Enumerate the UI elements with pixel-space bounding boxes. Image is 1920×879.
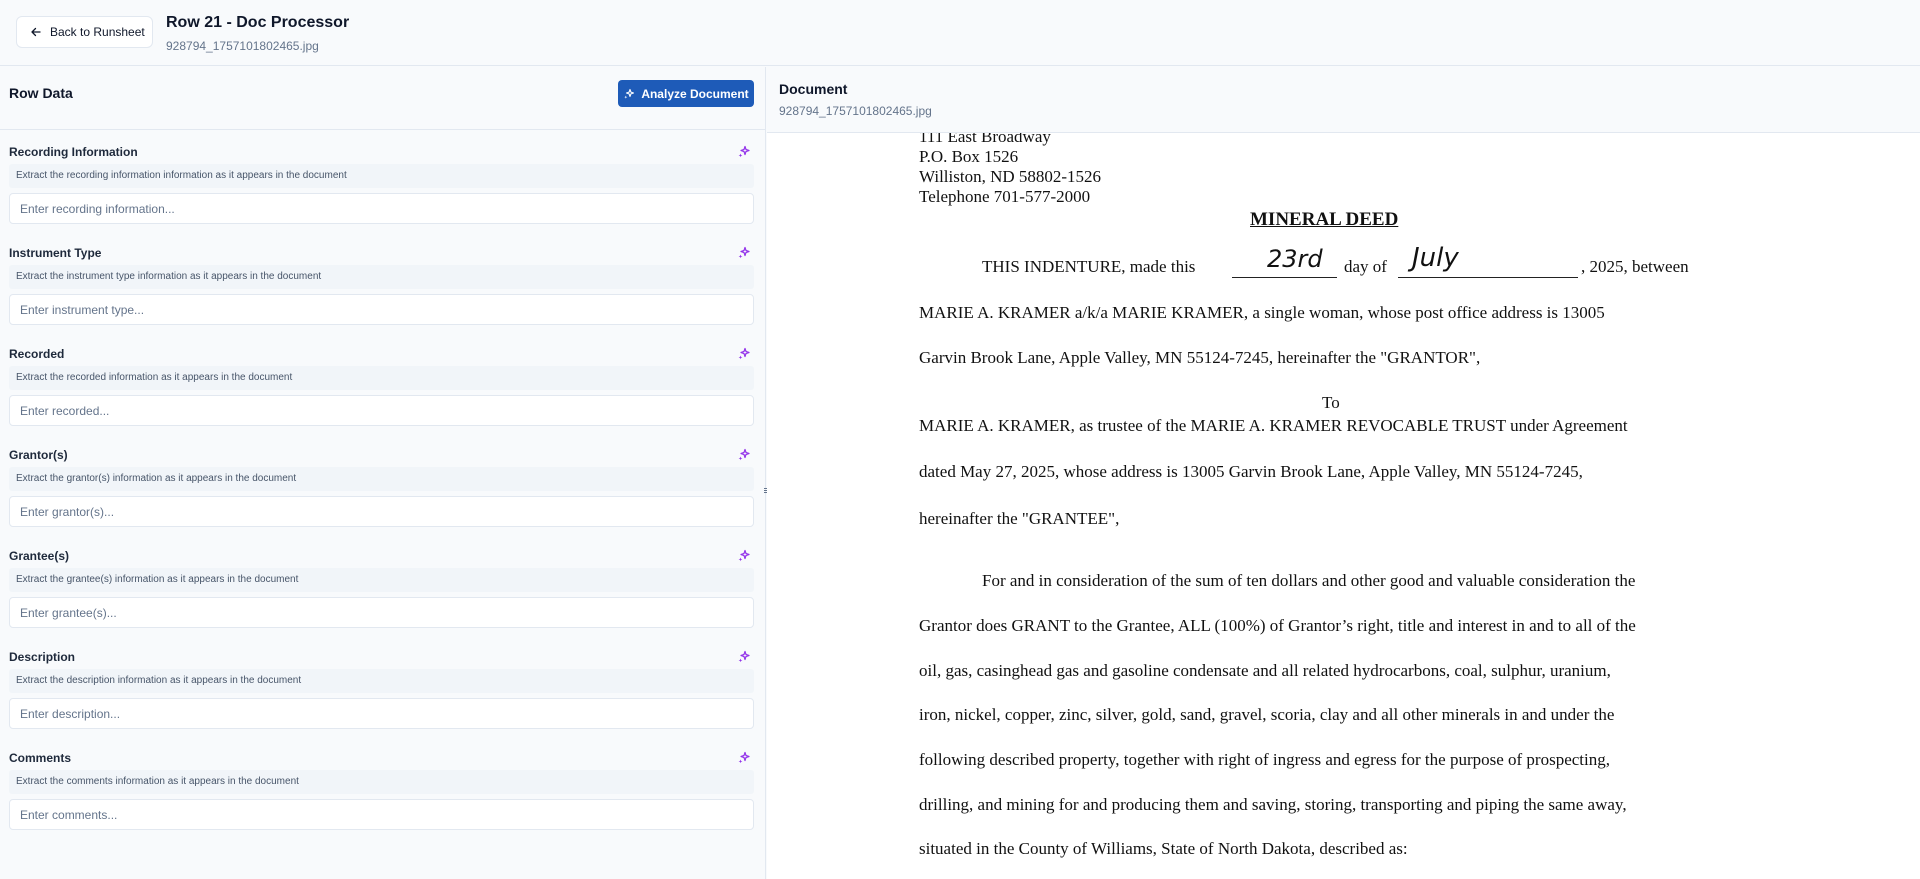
document-header: Document 928794_1757101802465.jpg: [767, 67, 1920, 133]
field-label: Grantee(s): [9, 549, 70, 563]
field-hint: Extract the recorded information as it a…: [9, 366, 754, 390]
field-label: Comments: [9, 751, 72, 765]
address-line: Telephone 701-577-2000: [919, 187, 1091, 206]
field-instrument-type: Instrument Type Extract the instrument t…: [0, 246, 766, 347]
field-label: Recording Information: [9, 145, 138, 159]
address-line: 111 East Broadway: [919, 133, 1051, 146]
document-panel: Document 928794_1757101802465.jpg 111 Ea…: [767, 67, 1920, 879]
handwritten-month: July: [1412, 243, 1459, 273]
comments-input[interactable]: [9, 799, 754, 830]
document-line: situated in the County of Williams, Stat…: [919, 839, 1408, 858]
field-hint: Extract the comments information as it a…: [9, 770, 754, 794]
address-line: P.O. Box 1526: [919, 147, 1019, 166]
address-line: Williston, ND 58802-1526: [919, 167, 1102, 186]
document-line: drilling, and mining for and producing t…: [919, 795, 1627, 814]
analyze-document-button[interactable]: Analyze Document: [618, 80, 754, 107]
document-viewer[interactable]: 111 East Broadway P.O. Box 1526 Willisto…: [767, 133, 1920, 879]
document-line: oil, gas, casinghead gas and gasoline co…: [919, 661, 1611, 680]
document-line: iron, nickel, copper, zinc, silver, gold…: [919, 705, 1615, 724]
sparkles-icon[interactable]: [737, 145, 751, 159]
field-label: Instrument Type: [9, 246, 102, 260]
row-data-header: Row Data Analyze Document: [0, 67, 766, 130]
recording-information-input[interactable]: [9, 193, 754, 224]
field-label: Grantor(s): [9, 448, 68, 462]
top-bar: Back to Runsheet Row 21 - Doc Processor …: [0, 0, 1920, 66]
document-line: dated May 27, 2025, whose address is 130…: [919, 462, 1583, 481]
description-input[interactable]: [9, 698, 754, 729]
sparkles-icon[interactable]: [737, 650, 751, 664]
sparkles-icon[interactable]: [737, 347, 751, 361]
field-label: Description: [9, 650, 76, 664]
field-grantors: Grantor(s) Extract the grantor(s) inform…: [0, 448, 766, 549]
handwritten-day: 23rd: [1267, 245, 1323, 273]
field-hint: Extract the grantor(s) information as it…: [9, 467, 754, 491]
document-line: following described property, together w…: [919, 750, 1610, 769]
blank-line: [1232, 277, 1337, 278]
sparkles-icon[interactable]: [737, 246, 751, 260]
document-line: For and in consideration of the sum of t…: [982, 571, 1636, 590]
field-grantees: Grantee(s) Extract the grantee(s) inform…: [0, 549, 766, 650]
grantees-input[interactable]: [9, 597, 754, 628]
recorded-input[interactable]: [9, 395, 754, 426]
field-hint: Extract the recording information inform…: [9, 164, 754, 188]
blank-line: [1398, 277, 1578, 278]
sparkles-icon[interactable]: [737, 751, 751, 765]
sparkles-icon[interactable]: [737, 448, 751, 462]
document-line: Garvin Brook Lane, Apple Valley, MN 5512…: [919, 348, 1481, 367]
row-data-panel: Row Data Analyze Document Recording Info…: [0, 67, 766, 879]
document-line: Grantor does GRANT to the Grantee, ALL (…: [919, 616, 1636, 635]
field-hint: Extract the description information as i…: [9, 669, 754, 693]
back-to-runsheet-button[interactable]: Back to Runsheet: [16, 16, 153, 48]
document-line: MARIE A. KRAMER, as trustee of the MARIE…: [919, 416, 1628, 435]
field-recorded: Recorded Extract the recorded informatio…: [0, 347, 766, 448]
row-data-title: Row Data: [9, 85, 73, 101]
arrow-left-icon: [31, 27, 41, 37]
field-comments: Comments Extract the comments informatio…: [0, 751, 766, 852]
day-of-text: day of: [1344, 257, 1387, 276]
document-line: hereinafter the "GRANTEE",: [919, 509, 1120, 528]
sparkles-icon: [624, 88, 635, 99]
document-heading: MINERAL DEED: [1250, 209, 1399, 230]
field-description: Description Extract the description info…: [0, 650, 766, 751]
document-line: MARIE A. KRAMER a/k/a MARIE KRAMER, a si…: [919, 303, 1605, 322]
analyze-document-label: Analyze Document: [641, 86, 749, 101]
sparkles-icon[interactable]: [737, 549, 751, 563]
grantors-input[interactable]: [9, 496, 754, 527]
field-hint: Extract the grantee(s) information as it…: [9, 568, 754, 592]
document-title: Document: [779, 81, 848, 97]
back-button-label: Back to Runsheet: [50, 25, 145, 39]
field-label: Recorded: [9, 347, 65, 361]
indenture-start: THIS INDENTURE, made this: [982, 257, 1196, 276]
document-filename: 928794_1757101802465.jpg: [779, 104, 932, 118]
field-hint: Extract the instrument type information …: [9, 265, 754, 289]
instrument-type-input[interactable]: [9, 294, 754, 325]
field-recording-information: Recording Information Extract the record…: [0, 145, 766, 246]
page-title: Row 21 - Doc Processor: [166, 14, 350, 31]
document-line: To: [1322, 393, 1340, 412]
year-between-text: , 2025, between: [1581, 257, 1689, 276]
page-filename: 928794_1757101802465.jpg: [166, 39, 319, 53]
